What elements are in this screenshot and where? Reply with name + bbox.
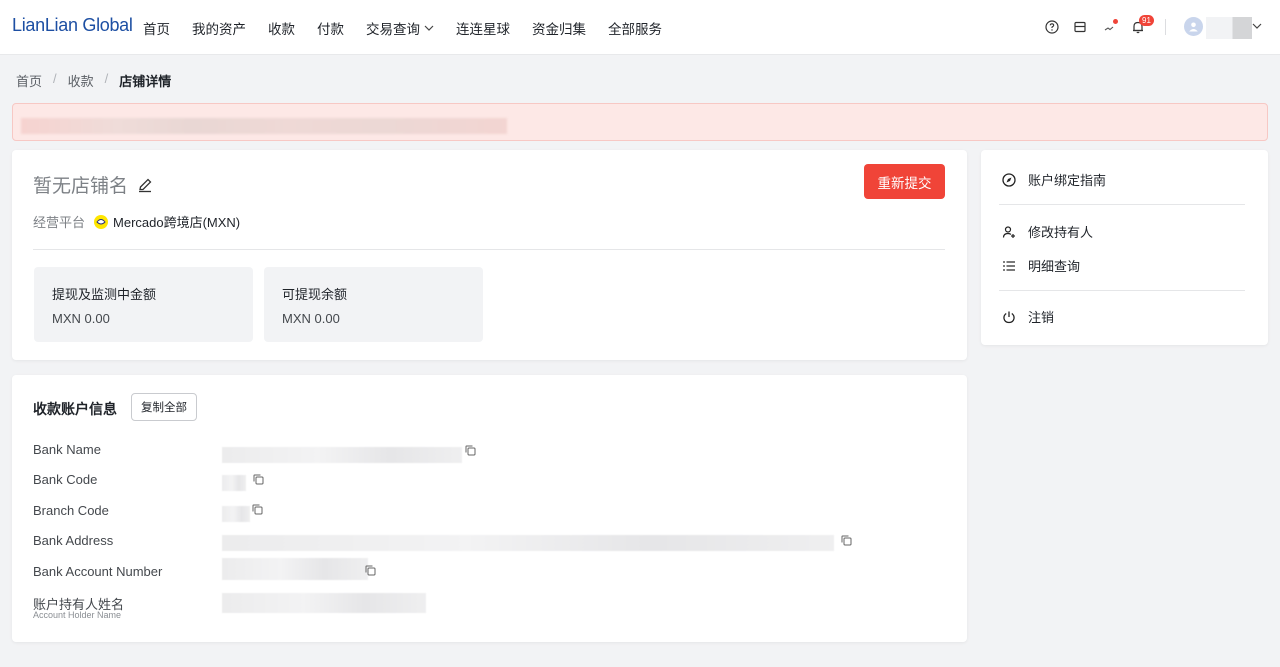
help-circle-icon[interactable] [1044,19,1060,35]
breadcrumb-separator: / [53,71,57,86]
lianlian-logo[interactable]: LianLian Global [12,15,133,36]
chevron-down-icon [424,25,434,31]
mercado-libre-icon [94,214,109,229]
field-sublabel-account-holder: Account Holder Name [33,610,122,620]
copy-icon[interactable] [253,474,264,485]
field-label-branch-code: Branch Code [33,503,109,518]
side-item-deregister[interactable]: 注销 [1002,307,1054,326]
bank-name-value-redacted [222,447,462,463]
branch-code-value-redacted [222,506,250,522]
shop-name: 暂无店铺名 [33,171,153,198]
side-item-details-query[interactable]: 明细查询 [1002,256,1080,275]
copy-icon[interactable] [365,565,376,576]
account-info-title: 收款账户信息 [33,401,117,417]
breadcrumb-receive[interactable]: 收款 [68,71,94,90]
alert-message-redacted [21,118,507,134]
platform-label: 经营平台 [33,215,86,230]
notification-count-badge: 91 [1139,15,1154,26]
breadcrumb-separator: / [104,71,109,86]
nav-my-assets[interactable]: 我的资产 [192,18,246,38]
storefront-icon[interactable] [1072,19,1088,35]
user-plus-icon [1002,225,1016,239]
nav-lianlian-planet[interactable]: 连连星球 [456,18,510,38]
nav-pay[interactable]: 付款 [317,18,344,38]
account-number-value-redacted [222,558,368,580]
platform-value: Mercado跨境店(MXN) [113,215,241,230]
field-label-bank-name: Bank Name [33,442,101,457]
divider [999,290,1245,291]
shop-info-card: 暂无店铺名 重新提交 经营平台 Mercado跨境店(MXN) 提现及监测中金额… [12,150,967,360]
divider [33,249,945,250]
account-holder-value-redacted [222,593,426,613]
nav-receive[interactable]: 收款 [268,18,295,38]
edit-pencil-icon[interactable] [137,177,153,193]
receiving-account-card: 收款账户信息 复制全部 Bank Name Bank Code Branch C… [12,375,967,642]
header-divider [1165,19,1166,35]
side-item-change-holder[interactable]: 修改持有人 [1002,222,1093,241]
shop-actions-card: 账户绑定指南 修改持有人 明细查询 注销 [981,150,1268,345]
field-label-bank-address: Bank Address [33,533,114,548]
divider [999,204,1245,205]
copy-icon[interactable] [841,535,852,546]
copy-all-button[interactable]: 复制全部 [131,393,197,421]
username-redacted[interactable] [1206,17,1252,39]
list-icon [1002,259,1016,273]
breadcrumb: 首页 / 收款 / 店铺详情 [16,71,171,90]
stat-available-balance: 可提现余额 MXN 0.00 [264,267,483,342]
trend-icon[interactable] [1102,19,1118,35]
compass-icon [1002,172,1016,187]
bell-icon[interactable]: 91 [1130,15,1154,35]
field-label-bank-account-number: Bank Account Number [33,564,163,579]
breadcrumb-current: 店铺详情 [119,74,172,89]
chevron-down-icon[interactable] [1252,21,1262,31]
breadcrumb-home[interactable]: 首页 [16,71,42,90]
alert-banner [12,103,1268,141]
main-nav: 首页 我的资产 收款 付款 交易查询 连连星球 资金归集 全部服务 [143,0,684,55]
top-navigation-bar: LianLian Global 首页 我的资产 收款 付款 交易查询 连连星球 … [0,0,1280,55]
power-icon [1002,310,1016,324]
bank-code-value-redacted [222,475,246,491]
stat-withdrawing-amount: 提现及监测中金额 MXN 0.00 [34,267,253,342]
trend-alert-dot [1113,19,1118,24]
nav-home[interactable]: 首页 [143,18,170,38]
copy-icon[interactable] [465,445,476,456]
nav-transactions[interactable]: 交易查询 [366,18,434,38]
avatar-icon[interactable] [1184,17,1203,36]
platform-row: 经营平台 Mercado跨境店(MXN) [33,212,240,231]
nav-fund-collection[interactable]: 资金归集 [532,18,586,38]
nav-all-services[interactable]: 全部服务 [608,18,662,38]
bank-address-value-redacted [222,535,834,551]
resubmit-button[interactable]: 重新提交 [864,164,945,199]
field-label-bank-code: Bank Code [33,472,98,487]
copy-icon[interactable] [252,504,263,515]
side-item-binding-guide[interactable]: 账户绑定指南 [1002,170,1106,189]
